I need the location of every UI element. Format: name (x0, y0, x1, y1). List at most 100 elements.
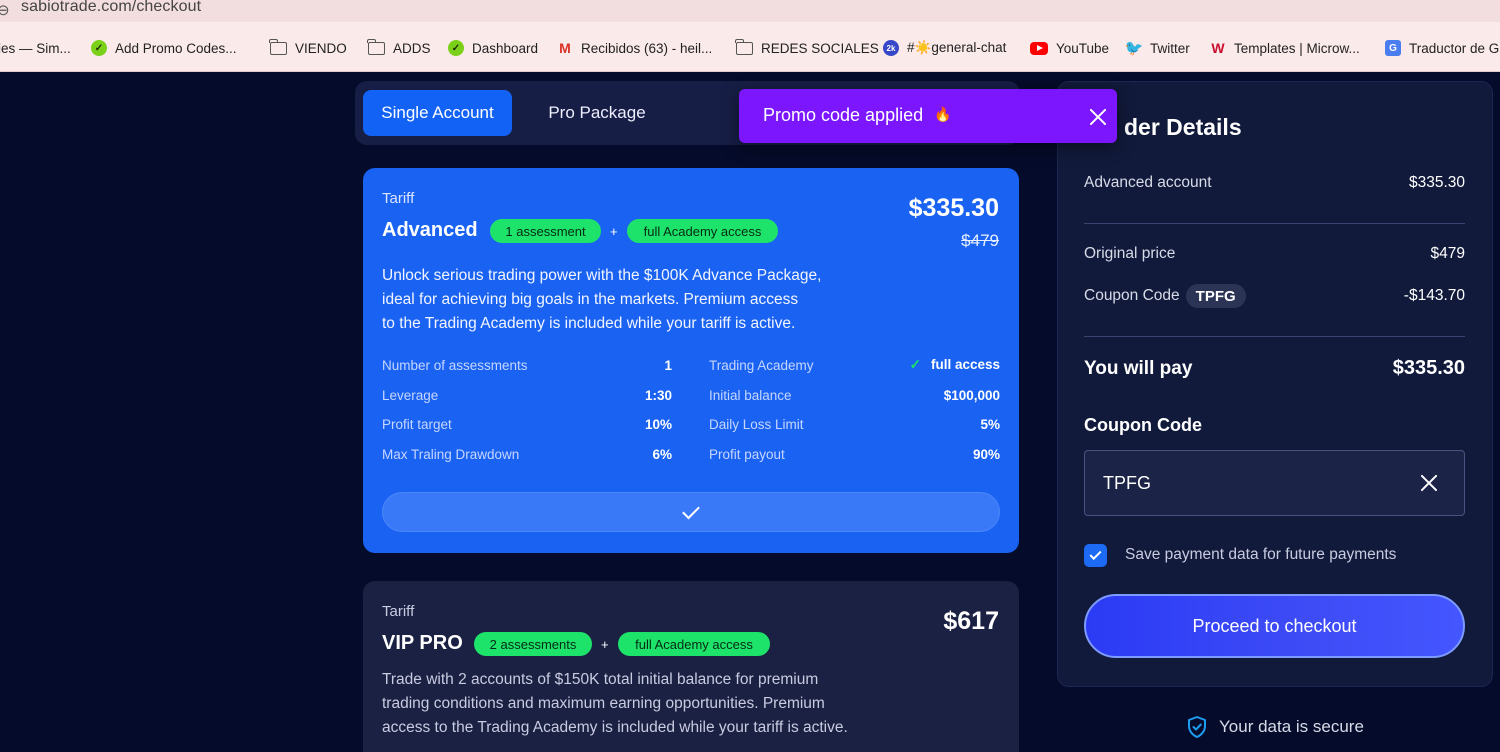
promo-toast: Promo code applied 🔥 (739, 89, 1117, 143)
order-title: der Details (1124, 114, 1242, 140)
description-line: access to the Trading Academy is include… (382, 719, 848, 736)
tab-pro-package[interactable]: Pro Package (521, 90, 673, 136)
gmail-icon: M (559, 40, 571, 56)
plan-selected-button[interactable] (382, 492, 1000, 532)
checkmark-icon (1089, 547, 1102, 561)
bookmark-item[interactable]: W Templates | Microw... (1210, 39, 1360, 57)
folder-icon (735, 38, 753, 55)
toast-close-icon[interactable] (1088, 107, 1108, 127)
spec-value: 10% (644, 416, 672, 432)
bookmark-label: Add Promo Codes... (115, 40, 237, 56)
bookmark-item[interactable]: VIENDO (269, 38, 347, 57)
bookmark-item[interactable]: ✓ Add Promo Codes... (91, 39, 237, 57)
microsoft-icon: W (1211, 40, 1225, 56)
spec-row: Leverage 1:30 (382, 386, 672, 404)
spec-key: Profit target (382, 416, 452, 432)
coupon-input-box[interactable] (1084, 450, 1465, 516)
shield-icon (1188, 716, 1206, 738)
bookmark-label: Traductor de G (1409, 40, 1500, 56)
proceed-to-checkout-button[interactable]: Proceed to checkout (1084, 594, 1465, 658)
spec-row: Max Traling Drawdown 6% (382, 445, 672, 463)
folder-icon (367, 38, 385, 55)
bookmark-item[interactable]: G Traductor de G (1385, 39, 1499, 57)
save-payment-label: Save payment data for future payments (1125, 546, 1397, 563)
spec-value: 1:30 (644, 387, 672, 403)
bookmark-item[interactable]: les — Sim... (0, 39, 71, 57)
green-badge-icon: ✓ (91, 40, 107, 56)
bookmark-item[interactable]: YouTube (1030, 39, 1109, 57)
bookmark-item[interactable]: 🐦 Twitter (1124, 39, 1190, 57)
check-icon: ✓ (909, 357, 921, 372)
spec-value: 1 (664, 357, 672, 373)
spec-value: $100,000 (943, 387, 1000, 403)
site-info-icon[interactable]: ⊖ (0, 1, 10, 19)
plan-description: Unlock serious trading power with the $1… (382, 264, 821, 336)
spec-key: Daily Loss Limit (709, 416, 804, 432)
tab-single-account[interactable]: Single Account (363, 90, 512, 136)
description-line: ideal for achieving big goals in the mar… (382, 291, 799, 308)
plus-sign: + (601, 637, 609, 652)
youtube-icon (1030, 41, 1048, 55)
spec-row: Daily Loss Limit 5% (709, 415, 1000, 433)
plan-name: VIP PRO (382, 632, 463, 654)
spec-key: Trading Academy (709, 357, 814, 373)
bookmark-label: REDES SOCIALES (761, 40, 879, 56)
url-text: sabiotrade.com/checkout (21, 0, 202, 15)
order-line-account: Advanced account $335.30 (1084, 172, 1465, 194)
twitter-icon: 🐦 (1124, 40, 1144, 57)
spec-value: ✓ full access (910, 357, 1000, 373)
plan-card-vip-pro[interactable]: Tariff VIP PRO 2 assessments + full Acad… (363, 581, 1019, 752)
secure-notice: Your data is secure (1187, 716, 1364, 738)
spec-key: Initial balance (709, 387, 792, 403)
total-label: You will pay (1084, 358, 1193, 379)
coupon-input[interactable] (1103, 471, 1393, 495)
order-line-original-price: Original price $479 (1084, 243, 1465, 265)
bookmark-item[interactable]: 2k #☀️general-chat (883, 39, 1006, 57)
spec-value: 6% (652, 446, 672, 462)
spec-row: Trading Academy ✓ full access (709, 356, 1000, 374)
discord-badge-icon: 2k (883, 40, 899, 56)
spec-row: Initial balance $100,000 (709, 386, 1000, 404)
plus-sign: + (610, 224, 618, 239)
folder-icon (269, 38, 287, 55)
plan-description: Trade with 2 accounts of $150K total ini… (382, 668, 848, 740)
spec-row: Number of assessments 1 (382, 356, 672, 374)
address-bar[interactable]: ⊖ sabiotrade.com/checkout (0, 0, 1500, 22)
spec-key: Max Traling Drawdown (382, 446, 520, 462)
bookmark-item[interactable]: ADDS (367, 38, 431, 57)
bookmark-label: #☀️general-chat (907, 40, 1007, 55)
fire-icon: 🔥 (934, 106, 952, 122)
plan-price: $335.30 (908, 194, 999, 222)
spec-row: Profit payout 90% (709, 445, 1000, 463)
line-value: $479 (1430, 245, 1465, 262)
bookmark-item[interactable]: REDES SOCIALES (735, 38, 879, 57)
line-label: Advanced account (1084, 174, 1212, 191)
spec-value-text: full access (930, 357, 1000, 372)
spec-row: Profit target 10% (382, 415, 672, 433)
bookmark-item[interactable]: M Recibidos (63) - heil... (557, 39, 712, 57)
bookmark-label: Recibidos (63) - heil... (581, 40, 713, 56)
total-value: $335.30 (1392, 357, 1465, 379)
checkmark-icon (682, 501, 700, 519)
save-payment-checkbox[interactable] (1084, 544, 1107, 567)
spec-value: 5% (980, 416, 1000, 432)
line-label: Coupon Code (1084, 287, 1180, 304)
spec-key: Number of assessments (382, 357, 528, 373)
bookmark-item[interactable]: ✓ Dashboard (448, 39, 538, 57)
bookmark-label: Templates | Microw... (1234, 40, 1360, 56)
plan-card-advanced[interactable]: Tariff Advanced 1 assessment + full Acad… (363, 168, 1019, 553)
order-line-coupon: Coupon Code TPFG -$143.70 (1084, 284, 1465, 308)
description-line: to the Trading Academy is included while… (382, 315, 796, 332)
description-line: Trade with 2 accounts of $150K total ini… (382, 671, 819, 688)
description-line: trading conditions and maximum earning o… (382, 695, 825, 712)
plan-price: $617 (943, 607, 999, 635)
spec-key: Leverage (382, 387, 439, 403)
spec-key: Profit payout (709, 446, 785, 462)
bookmark-label: Twitter (1150, 40, 1190, 56)
toast-message: Promo code applied (763, 105, 924, 125)
plan-name: Advanced (382, 219, 478, 241)
clear-coupon-icon[interactable] (1419, 473, 1439, 493)
tariff-label: Tariff (382, 190, 415, 207)
order-total: You will pay $335.30 (1084, 357, 1465, 382)
divider (1084, 336, 1465, 337)
